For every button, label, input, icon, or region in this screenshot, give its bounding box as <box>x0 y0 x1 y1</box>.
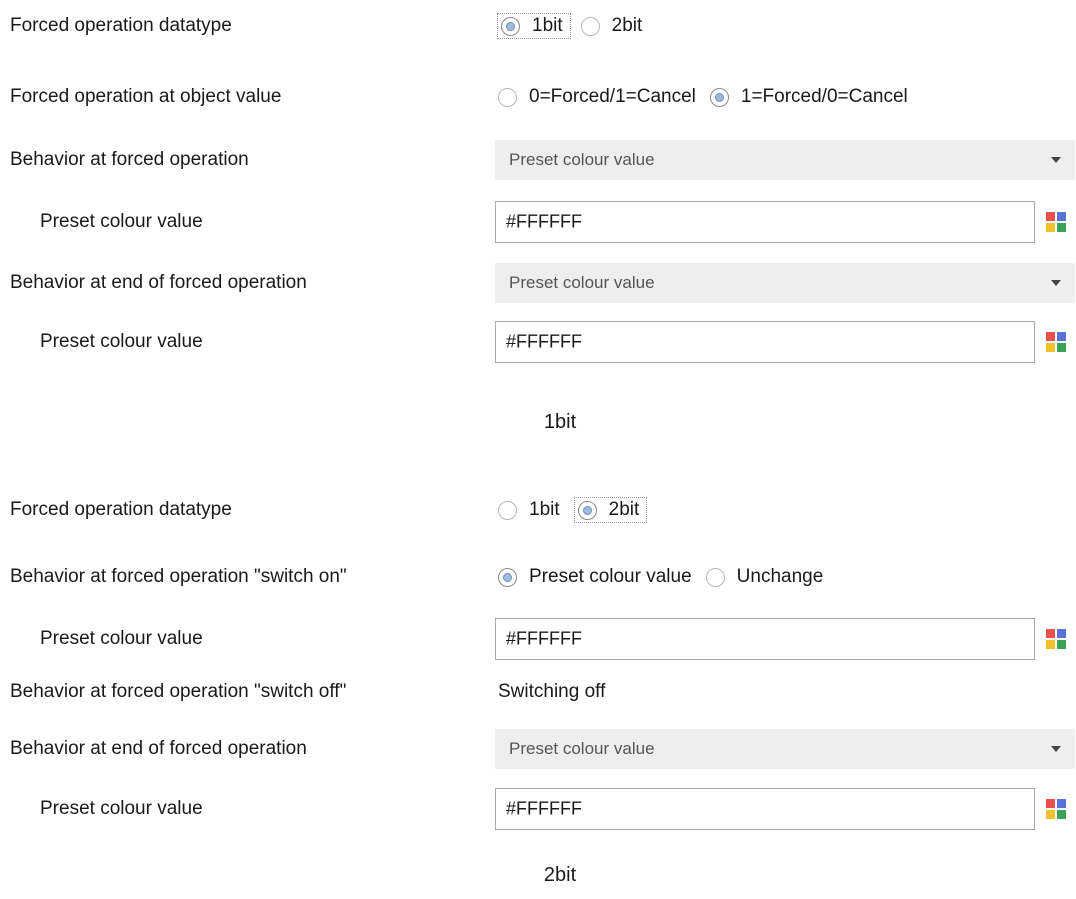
row-behavior-end-1: Behavior at end of forced operation Pres… <box>0 263 1076 303</box>
row-datatype-1: Forced operation datatype 1bit 2bit <box>0 6 1076 46</box>
switch-on-radio-group: Preset colour value Unchange <box>498 565 837 589</box>
radio-option-unchange[interactable]: Unchange <box>705 565 828 589</box>
preset-colour-value: #FFFFFF <box>506 331 582 352</box>
preset-colour-input[interactable]: #FFFFFF <box>495 788 1035 830</box>
radio-button-preset-colour[interactable] <box>498 567 517 587</box>
row-behavior-end-2: Behavior at end of forced operation Pres… <box>0 729 1076 769</box>
chevron-down-icon <box>1051 746 1061 752</box>
chevron-down-icon <box>1051 280 1061 286</box>
radio-button-0-forced[interactable] <box>498 87 517 107</box>
radio-label-2bit: 2bit <box>611 15 643 36</box>
dropdown-value: Preset colour value <box>509 273 655 292</box>
radio-button-1bit[interactable] <box>498 500 517 520</box>
row-preset-colour-1: Preset colour value #FFFFFF <box>0 201 1076 243</box>
datatype-radio-group: 1bit 2bit <box>497 13 656 39</box>
color-picker-icon[interactable] <box>1046 212 1066 232</box>
radio-label-1bit: 1bit <box>532 15 563 36</box>
radio-button-2bit[interactable] <box>580 16 600 36</box>
radio-option-2bit[interactable]: 2bit <box>580 14 647 38</box>
radio-button-2bit[interactable] <box>577 500 597 520</box>
object-value-radio-group: 0=Forced/1=Cancel 1=Forced/0=Cancel <box>498 85 922 109</box>
row-preset-colour-3: Preset colour value #FFFFFF <box>0 618 1076 660</box>
behavior-end-label: Behavior at end of forced operation <box>10 738 307 759</box>
datatype-label: Forced operation datatype <box>10 499 232 520</box>
radio-option-1bit[interactable]: 1bit <box>497 13 571 39</box>
object-value-label: Forced operation at object value <box>10 86 282 107</box>
behavior-end-dropdown[interactable]: Preset colour value <box>495 729 1075 769</box>
caption-2bit: 2bit <box>543 864 577 886</box>
dropdown-value: Preset colour value <box>509 739 655 758</box>
radio-label-1-forced: 1=Forced/0=Cancel <box>740 86 908 107</box>
behavior-forced-dropdown[interactable]: Preset colour value <box>495 140 1075 180</box>
behavior-end-dropdown[interactable]: Preset colour value <box>495 263 1075 303</box>
radio-label-1bit: 1bit <box>529 499 560 520</box>
radio-label-0-forced: 0=Forced/1=Cancel <box>529 86 696 107</box>
radio-button-1-forced[interactable] <box>709 87 729 107</box>
row-datatype-2: Forced operation datatype 1bit 2bit <box>0 490 1076 530</box>
radio-label-preset-colour: Preset colour value <box>529 566 692 587</box>
preset-colour-input[interactable]: #FFFFFF <box>495 618 1035 660</box>
row-preset-colour-2: Preset colour value #FFFFFF <box>0 321 1076 363</box>
preset-colour-value: #FFFFFF <box>506 798 582 819</box>
row-switch-off: Behavior at forced operation "switch off… <box>0 672 1076 712</box>
radio-label-2bit: 2bit <box>608 499 640 520</box>
preset-colour-value: #FFFFFF <box>506 211 582 232</box>
radio-option-preset-colour[interactable]: Preset colour value <box>498 565 696 589</box>
preset-colour-label: Preset colour value <box>40 331 203 352</box>
color-picker-icon[interactable] <box>1046 799 1066 819</box>
preset-colour-value: #FFFFFF <box>506 628 582 649</box>
behavior-end-label: Behavior at end of forced operation <box>10 272 307 293</box>
preset-colour-input[interactable]: #FFFFFF <box>495 201 1035 243</box>
dropdown-value: Preset colour value <box>509 150 655 169</box>
radio-option-1-forced[interactable]: 1=Forced/0=Cancel <box>709 85 912 109</box>
datatype-label: Forced operation datatype <box>10 15 232 36</box>
row-object-value: Forced operation at object value 0=Force… <box>0 77 1076 117</box>
color-picker-icon[interactable] <box>1046 332 1066 352</box>
radio-option-1bit[interactable]: 1bit <box>498 498 564 522</box>
radio-button-1bit[interactable] <box>501 16 520 36</box>
switch-off-label: Behavior at forced operation "switch off… <box>10 681 347 702</box>
switch-off-value: Switching off <box>498 681 606 702</box>
preset-colour-label: Preset colour value <box>40 211 203 232</box>
row-switch-on: Behavior at forced operation "switch on"… <box>0 557 1076 597</box>
radio-option-2bit[interactable]: 2bit <box>573 497 648 523</box>
radio-option-0-forced[interactable]: 0=Forced/1=Cancel <box>498 85 700 109</box>
color-picker-icon[interactable] <box>1046 629 1066 649</box>
row-preset-colour-4: Preset colour value #FFFFFF <box>0 788 1076 830</box>
caption-1bit: 1bit <box>543 411 577 433</box>
chevron-down-icon <box>1051 157 1061 163</box>
datatype-radio-group: 1bit 2bit <box>498 497 657 523</box>
radio-button-unchange[interactable] <box>705 567 725 587</box>
behavior-forced-label: Behavior at forced operation <box>10 149 249 170</box>
switch-on-label: Behavior at forced operation "switch on" <box>10 566 347 587</box>
radio-label-unchange: Unchange <box>736 566 824 587</box>
preset-colour-label: Preset colour value <box>40 628 203 649</box>
row-behavior-forced: Behavior at forced operation Preset colo… <box>0 140 1076 180</box>
preset-colour-label: Preset colour value <box>40 798 203 819</box>
preset-colour-input[interactable]: #FFFFFF <box>495 321 1035 363</box>
